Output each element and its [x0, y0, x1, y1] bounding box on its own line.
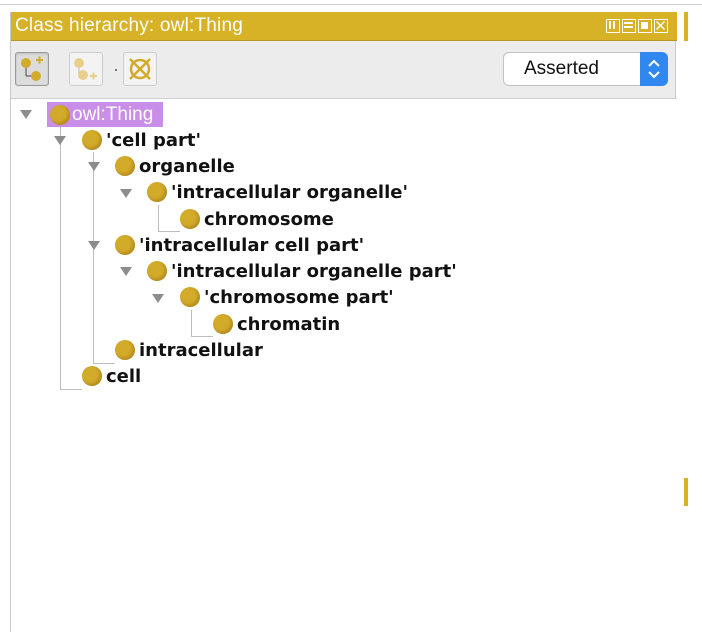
class-icon [82, 130, 102, 150]
add-sibling-class-icon [74, 58, 97, 80]
tree-node-label: 'intracellular cell part' [139, 234, 365, 256]
class-tree[interactable]: owl:Thing 'cell part' organelle 'intrace… [11, 98, 677, 632]
tree-connector [60, 389, 82, 390]
adjacent-panel-edge [684, 478, 688, 506]
hierarchy-view-value: Asserted [524, 58, 599, 79]
add-sibling-class-button[interactable] [69, 52, 103, 86]
class-icon [115, 235, 135, 255]
tree-node-label: 'chromosome part' [204, 286, 394, 308]
class-icon [50, 104, 70, 125]
tree-node-owl-thing[interactable]: owl:Thing [47, 102, 164, 127]
add-subclass-button[interactable] [15, 52, 49, 86]
tree-node-label: 'intracellular organelle' [171, 181, 408, 203]
tree-connector [60, 126, 61, 389]
delete-class-icon [129, 58, 151, 80]
toolbar: Asserted [11, 42, 677, 98]
class-icon [213, 314, 233, 334]
tree-node-intracellular-cell-part[interactable]: 'intracellular cell part' [115, 233, 364, 257]
collapse-icon[interactable] [152, 294, 164, 303]
tree-node-cell[interactable]: cell [82, 364, 141, 388]
tree-connector [93, 152, 94, 363]
tree-node-label: 'intracellular organelle part' [171, 260, 457, 282]
tree-node-chromosome-part[interactable]: 'chromosome part' [180, 285, 394, 309]
tree-node-label: chromosome [204, 208, 334, 230]
delete-class-button[interactable] [123, 52, 157, 86]
tree-node-label: cell [106, 365, 142, 387]
class-hierarchy-panel: Class hierarchy: owl:Thing Asserted owl:… [10, 12, 677, 632]
class-icon [180, 209, 200, 229]
collapse-icon[interactable] [120, 189, 132, 198]
collapse-icon[interactable] [88, 241, 100, 250]
tree-connector [191, 336, 213, 337]
class-icon [115, 156, 135, 176]
tree-node-chromosome[interactable]: chromosome [180, 207, 334, 231]
tree-connector [158, 205, 159, 231]
tree-node-cell-part[interactable]: 'cell part' [82, 128, 201, 152]
collapse-icon[interactable] [88, 162, 100, 171]
tree-node-organelle[interactable]: organelle [115, 154, 235, 178]
panel-title-bar[interactable]: Class hierarchy: owl:Thing [11, 12, 677, 41]
tree-node-label: intracellular [139, 339, 263, 361]
tree-node-intracellular-organelle-part[interactable]: 'intracellular organelle part' [147, 259, 457, 283]
tree-node-intracellular[interactable]: intracellular [115, 338, 263, 362]
tree-node-label: 'cell part' [106, 129, 202, 151]
tree-node-label: owl:Thing [72, 103, 154, 125]
collapse-icon[interactable] [54, 136, 66, 145]
add-subclass-icon [21, 56, 43, 81]
select-stepper-icon [640, 52, 668, 86]
toolbar-separator [115, 69, 117, 71]
collapse-icon[interactable] [120, 267, 132, 276]
adjacent-panel-edge [684, 12, 688, 41]
tree-node-intracellular-organelle[interactable]: 'intracellular organelle' [147, 180, 408, 204]
hierarchy-view-select[interactable]: Asserted [503, 52, 668, 86]
class-icon [147, 261, 167, 281]
collapse-icon[interactable] [20, 110, 32, 119]
tree-node-label: chromatin [237, 313, 341, 335]
maximize-icon[interactable] [638, 19, 652, 33]
tree-node-chromatin[interactable]: chromatin [213, 312, 340, 336]
class-icon [147, 182, 167, 202]
class-icon [115, 340, 135, 360]
view-icon[interactable] [606, 19, 620, 33]
minimize-icon[interactable] [622, 19, 636, 33]
close-icon[interactable] [654, 19, 668, 33]
class-icon [82, 366, 102, 386]
tree-node-label: organelle [139, 155, 235, 177]
panel-title: Class hierarchy: owl:Thing [15, 15, 244, 36]
tree-connector [191, 310, 192, 336]
top-divider [0, 4, 702, 5]
tree-connector [158, 231, 180, 232]
class-icon [180, 287, 200, 307]
